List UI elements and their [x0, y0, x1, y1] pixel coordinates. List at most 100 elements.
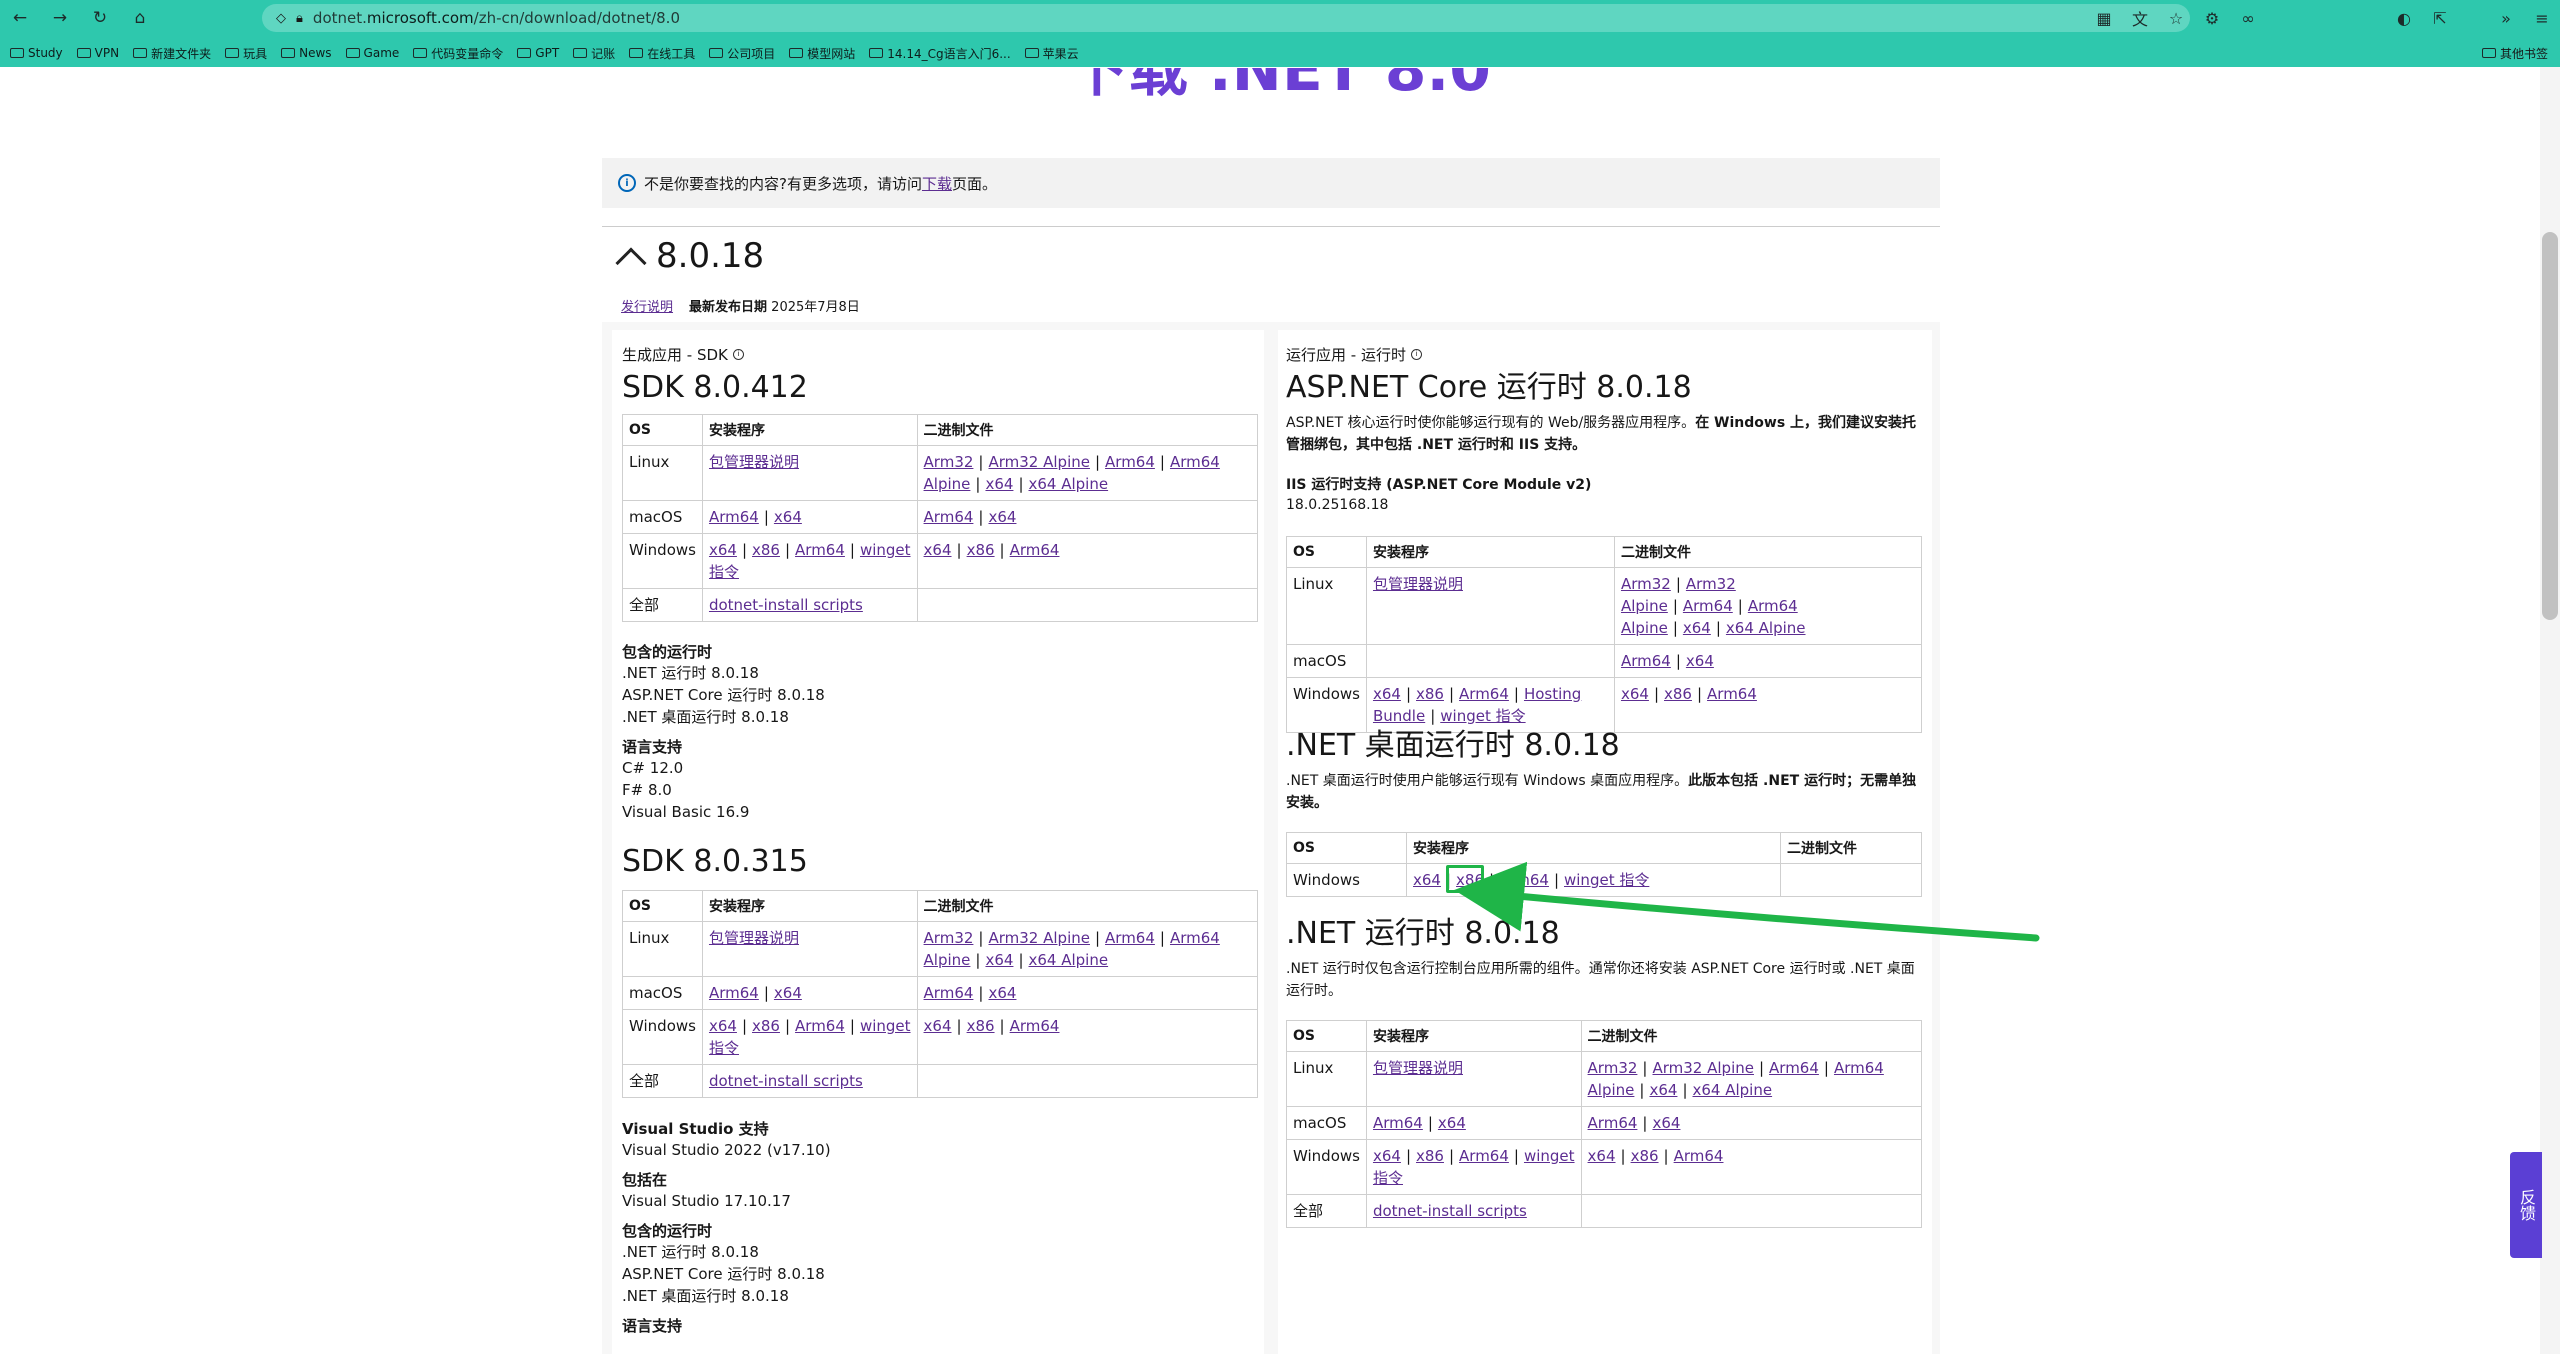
star-icon[interactable]: ☆ [2158, 9, 2194, 28]
bookmark-item[interactable]: 苹果云 [1024, 45, 1079, 62]
download-link[interactable]: x86 [967, 541, 995, 559]
home-icon[interactable]: ⌂ [120, 0, 160, 36]
download-link[interactable]: x64 [988, 984, 1016, 1002]
download-link[interactable]: x64 [1588, 1147, 1616, 1165]
download-link[interactable]: x86 [1416, 685, 1444, 703]
download-link[interactable]: x64 [709, 541, 737, 559]
download-link[interactable]: x64 [924, 541, 952, 559]
download-link[interactable]: x64 [1683, 619, 1711, 637]
version-header[interactable]: 8.0.18 [615, 236, 764, 279]
download-link[interactable]: dotnet-install scripts [1373, 1202, 1527, 1220]
address-bar[interactable]: ◇ 🔒︎ dotnet.microsoft.com/zh-cn/download… [262, 4, 2190, 32]
download-link[interactable]: x64 [1413, 871, 1441, 889]
download-link[interactable]: Arm64 [1499, 871, 1549, 889]
download-link[interactable]: 包管理器说明 [709, 453, 799, 471]
download-link[interactable]: x64 [1649, 1081, 1677, 1099]
bookmark-item[interactable]: 模型网站 [789, 45, 855, 62]
other-bookmarks[interactable]: 其他书签 [2481, 41, 2548, 65]
release-notes-link[interactable]: 发行说明 [621, 296, 673, 315]
download-link[interactable]: Arm64 [924, 508, 974, 526]
download-link[interactable]: Arm32 Alpine [1652, 1059, 1753, 1077]
download-link[interactable]: Arm32 [1588, 1059, 1638, 1077]
scrollbar[interactable] [2540, 67, 2560, 1354]
download-link[interactable]: Arm64 [1674, 1147, 1724, 1165]
feedback-button[interactable]: 反馈 [2510, 1152, 2542, 1258]
download-link[interactable]: Arm64 [1010, 1017, 1060, 1035]
bookmark-item[interactable]: 记账 [573, 45, 615, 62]
forward-icon[interactable]: → [40, 0, 80, 36]
download-link[interactable]: Arm64 [1459, 1147, 1509, 1165]
download-link[interactable]: x86 [1416, 1147, 1444, 1165]
download-link[interactable]: x86 [1664, 685, 1692, 703]
download-link[interactable]: 包管理器说明 [709, 929, 799, 947]
download-link[interactable]: Arm64 [1588, 1114, 1638, 1132]
download-link[interactable]: 下载 [922, 175, 952, 193]
bookmark-item[interactable]: 在线工具 [629, 45, 695, 62]
reload-icon[interactable]: ↻ [80, 0, 120, 36]
download-link[interactable]: Arm64 [1105, 929, 1155, 947]
download-link[interactable]: x64 Alpine [1029, 951, 1109, 969]
chevron-up-icon[interactable] [615, 247, 647, 279]
download-link[interactable]: x64 Alpine [1693, 1081, 1773, 1099]
download-link[interactable]: x86 [752, 541, 780, 559]
download-link[interactable]: 包管理器说明 [1373, 575, 1463, 593]
bookmark-item[interactable]: News [281, 46, 332, 60]
download-link[interactable]: Arm64 [709, 508, 759, 526]
download-link[interactable]: Arm64 [1010, 541, 1060, 559]
download-link[interactable]: Arm64 [1105, 453, 1155, 471]
download-link[interactable]: x64 Alpine [1726, 619, 1806, 637]
bookmark-item[interactable]: 新建文件夹 [133, 45, 211, 62]
download-link[interactable]: x86 [967, 1017, 995, 1035]
download-link[interactable]: x64 [1652, 1114, 1680, 1132]
translate-icon[interactable]: 文 [2122, 6, 2158, 30]
download-link[interactable]: x64 [1373, 685, 1401, 703]
bookmark-item[interactable]: 代码变量命令 [413, 45, 503, 62]
download-link[interactable]: Arm64 [1683, 597, 1733, 615]
download-link[interactable]: x64 [774, 508, 802, 526]
download-link[interactable]: Arm64 [1621, 652, 1671, 670]
download-link[interactable]: Arm32 Alpine [988, 929, 1089, 947]
scrollbar-thumb[interactable] [2542, 232, 2558, 620]
extensions-icon[interactable]: ⚙ [2194, 9, 2230, 28]
download-link[interactable]: Arm64 [1459, 685, 1509, 703]
download-link[interactable]: x64 [985, 475, 1013, 493]
download-link[interactable]: 包管理器说明 [1373, 1059, 1463, 1077]
download-link[interactable]: winget 指令 [1440, 707, 1525, 725]
download-link[interactable]: Arm64 [924, 984, 974, 1002]
download-link[interactable]: dotnet-install scripts [709, 1072, 863, 1090]
download-link[interactable]: x86 [1631, 1147, 1659, 1165]
more-icon[interactable]: » [2488, 9, 2524, 28]
mask-icon[interactable]: ∞ [2230, 9, 2266, 28]
bookmark-item[interactable]: 14.14_Cg语言入门6... [869, 45, 1011, 62]
menu-icon[interactable]: ≡ [2524, 9, 2560, 28]
download-link[interactable]: Arm32 [924, 453, 974, 471]
download-link[interactable]: x64 [1373, 1147, 1401, 1165]
download-link[interactable]: x64 [924, 1017, 952, 1035]
download-link[interactable]: Arm64 [795, 1017, 845, 1035]
bookmark-item[interactable]: Study [10, 46, 63, 60]
download-link[interactable]: x64 [1686, 652, 1714, 670]
bookmark-item[interactable]: Game [345, 46, 399, 60]
download-link[interactable]: Arm64 [1373, 1114, 1423, 1132]
download-link[interactable]: Arm32 [1621, 575, 1671, 593]
bookmark-item[interactable]: 公司项目 [709, 45, 775, 62]
download-link[interactable]: x86 [752, 1017, 780, 1035]
bookmark-item[interactable]: GPT [517, 46, 559, 60]
download-link[interactable]: x64 [774, 984, 802, 1002]
profile-icon[interactable]: ◐ [2386, 9, 2422, 28]
download-link[interactable]: Arm32 [924, 929, 974, 947]
share-icon[interactable]: ⇱ [2422, 9, 2458, 28]
download-link[interactable]: Arm64 [1707, 685, 1757, 703]
download-link[interactable]: x64 [988, 508, 1016, 526]
download-link[interactable]: x64 [985, 951, 1013, 969]
bookmark-item[interactable]: VPN [76, 46, 119, 60]
download-link[interactable]: x64 [1438, 1114, 1466, 1132]
download-link[interactable]: Arm64 [709, 984, 759, 1002]
download-link[interactable]: winget 指令 [1564, 871, 1649, 889]
back-icon[interactable]: ← [0, 0, 40, 36]
download-link[interactable]: Arm64 [1769, 1059, 1819, 1077]
download-link[interactable]: dotnet-install scripts [709, 596, 863, 614]
download-link[interactable]: Arm64 [795, 541, 845, 559]
bookmark-item[interactable]: 玩具 [225, 45, 267, 62]
download-link[interactable]: Arm32 Alpine [988, 453, 1089, 471]
